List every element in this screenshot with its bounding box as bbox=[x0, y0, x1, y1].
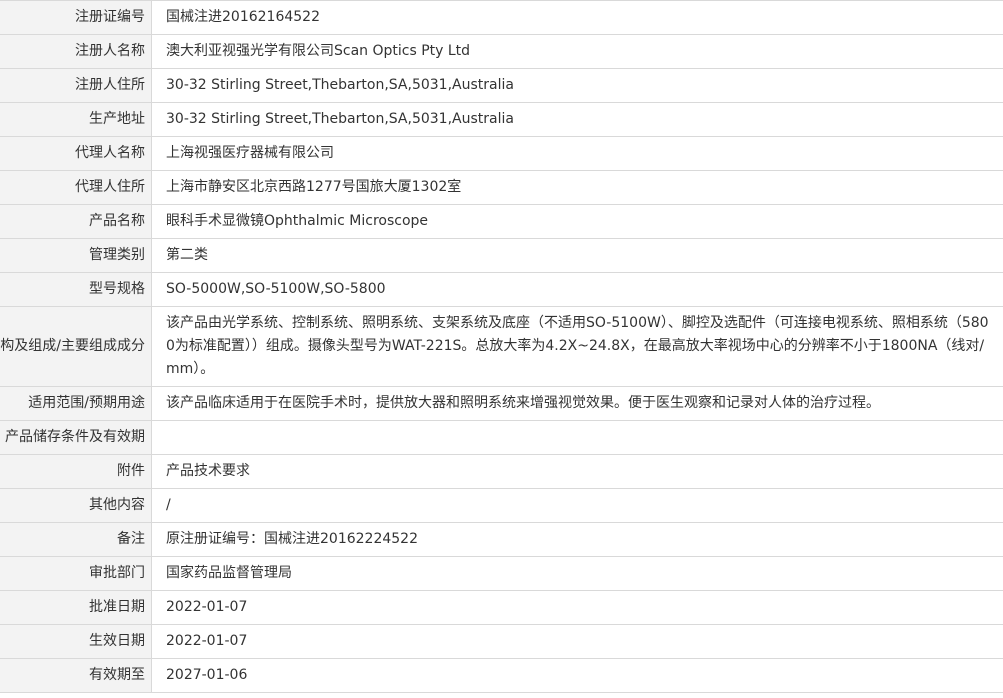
field-label: 生效日期 bbox=[89, 633, 145, 649]
value-cell: 原注册证编号：国械注进20162224522 bbox=[151, 522, 1003, 557]
row-remarks: 备注 原注册证编号：国械注进20162224522 bbox=[0, 522, 1003, 557]
row-other-content: 其他内容 / bbox=[0, 488, 1003, 523]
row-intended-use: 适用范围/预期用途 该产品临床适用于在医院手术时，提供放大器和照明系统来增强视觉… bbox=[0, 386, 1003, 421]
field-label: 产品储存条件及有效期 bbox=[5, 429, 145, 445]
value-cell: 2022-01-07 bbox=[151, 590, 1003, 625]
detail-table-body: 注册证编号 国械注进20162164522 注册人名称 澳大利亚视强光学有限公司… bbox=[0, 0, 1003, 693]
label-cell: 型号规格 bbox=[0, 272, 152, 307]
label-cell: 代理人名称 bbox=[0, 136, 152, 171]
value-cell: 国家药品监督管理局 bbox=[151, 556, 1003, 591]
value-cell: 2022-01-07 bbox=[151, 624, 1003, 659]
label-cell: 生效日期 bbox=[0, 624, 152, 659]
field-label: 注册人住所 bbox=[75, 77, 145, 93]
field-label: 生产地址 bbox=[89, 111, 145, 127]
value-cell: 眼科手术显微镜Ophthalmic Microscope bbox=[151, 204, 1003, 239]
label-cell: 代理人住所 bbox=[0, 170, 152, 205]
field-label: 管理类别 bbox=[89, 247, 145, 263]
row-effective-date: 生效日期 2022-01-07 bbox=[0, 624, 1003, 659]
value-cell: 30-32 Stirling Street,Thebarton,SA,5031,… bbox=[151, 68, 1003, 103]
value-cell: 上海市静安区北京西路1277号国旅大厦1302室 bbox=[151, 170, 1003, 205]
value-cell: 第二类 bbox=[151, 238, 1003, 273]
value-cell: 上海视强医疗器械有限公司 bbox=[151, 136, 1003, 171]
label-cell: 适用范围/预期用途 bbox=[0, 386, 152, 421]
label-cell: 产品名称 bbox=[0, 204, 152, 239]
value-cell: 2027-01-06 bbox=[151, 658, 1003, 693]
registration-detail-table: 注册证编号 国械注进20162164522 注册人名称 澳大利亚视强光学有限公司… bbox=[0, 0, 1003, 693]
label-cell: 其他内容 bbox=[0, 488, 152, 523]
field-label: 审批部门 bbox=[89, 565, 145, 581]
field-label: 备注 bbox=[117, 531, 145, 547]
field-label: 其他内容 bbox=[89, 497, 145, 513]
value-cell: / bbox=[151, 488, 1003, 523]
field-label: 结构及组成/主要组成成分 bbox=[0, 338, 145, 354]
row-management-category: 管理类别 第二类 bbox=[0, 238, 1003, 273]
field-label: 适用范围/预期用途 bbox=[28, 395, 145, 411]
row-registrant-name: 注册人名称 澳大利亚视强光学有限公司Scan Optics Pty Ltd bbox=[0, 34, 1003, 69]
row-registration-number: 注册证编号 国械注进20162164522 bbox=[0, 0, 1003, 35]
row-production-address: 生产地址 30-32 Stirling Street,Thebarton,SA,… bbox=[0, 102, 1003, 137]
row-product-name: 产品名称 眼科手术显微镜Ophthalmic Microscope bbox=[0, 204, 1003, 239]
row-model-spec: 型号规格 SO-5000W,SO-5100W,SO-5800 bbox=[0, 272, 1003, 307]
row-approval-department: 审批部门 国家药品监督管理局 bbox=[0, 556, 1003, 591]
field-label: 有效期至 bbox=[89, 667, 145, 683]
label-cell: 注册人住所 bbox=[0, 68, 152, 103]
field-label: 代理人名称 bbox=[75, 145, 145, 161]
value-cell bbox=[151, 420, 1003, 455]
label-cell: 结构及组成/主要组成成分 bbox=[0, 306, 152, 387]
label-cell: 注册人名称 bbox=[0, 34, 152, 69]
label-cell: 批准日期 bbox=[0, 590, 152, 625]
label-cell: 备注 bbox=[0, 522, 152, 557]
field-label: 产品名称 bbox=[89, 213, 145, 229]
value-cell: 该产品临床适用于在医院手术时，提供放大器和照明系统来增强视觉效果。便于医生观察和… bbox=[151, 386, 1003, 421]
value-cell: 产品技术要求 bbox=[151, 454, 1003, 489]
field-label: 注册人名称 bbox=[75, 43, 145, 59]
row-approval-date: 批准日期 2022-01-07 bbox=[0, 590, 1003, 625]
row-valid-until: 有效期至 2027-01-06 bbox=[0, 658, 1003, 693]
label-cell: 注册证编号 bbox=[0, 0, 152, 35]
value-cell: 30-32 Stirling Street,Thebarton,SA,5031,… bbox=[151, 102, 1003, 137]
label-cell: 管理类别 bbox=[0, 238, 152, 273]
row-attachments: 附件 产品技术要求 bbox=[0, 454, 1003, 489]
row-storage-conditions: 产品储存条件及有效期 bbox=[0, 420, 1003, 455]
value-cell: 国械注进20162164522 bbox=[151, 0, 1003, 35]
label-cell: 审批部门 bbox=[0, 556, 152, 591]
label-cell: 有效期至 bbox=[0, 658, 152, 693]
field-label: 批准日期 bbox=[89, 599, 145, 615]
value-cell: SO-5000W,SO-5100W,SO-5800 bbox=[151, 272, 1003, 307]
row-registrant-address: 注册人住所 30-32 Stirling Street,Thebarton,SA… bbox=[0, 68, 1003, 103]
row-structure-composition: 结构及组成/主要组成成分 该产品由光学系统、控制系统、照明系统、支架系统及底座（… bbox=[0, 306, 1003, 387]
field-label: 型号规格 bbox=[89, 281, 145, 297]
label-cell: 产品储存条件及有效期 bbox=[0, 420, 152, 455]
label-cell: 生产地址 bbox=[0, 102, 152, 137]
row-agent-address: 代理人住所 上海市静安区北京西路1277号国旅大厦1302室 bbox=[0, 170, 1003, 205]
field-label: 注册证编号 bbox=[75, 9, 145, 25]
field-label: 代理人住所 bbox=[75, 179, 145, 195]
label-cell: 附件 bbox=[0, 454, 152, 489]
field-label: 附件 bbox=[117, 463, 145, 479]
value-cell: 澳大利亚视强光学有限公司Scan Optics Pty Ltd bbox=[151, 34, 1003, 69]
row-agent-name: 代理人名称 上海视强医疗器械有限公司 bbox=[0, 136, 1003, 171]
registration-detail-panel: 注册证编号 国械注进20162164522 注册人名称 澳大利亚视强光学有限公司… bbox=[0, 0, 1003, 693]
value-cell: 该产品由光学系统、控制系统、照明系统、支架系统及底座（不适用SO-5100W）、… bbox=[151, 306, 1003, 387]
